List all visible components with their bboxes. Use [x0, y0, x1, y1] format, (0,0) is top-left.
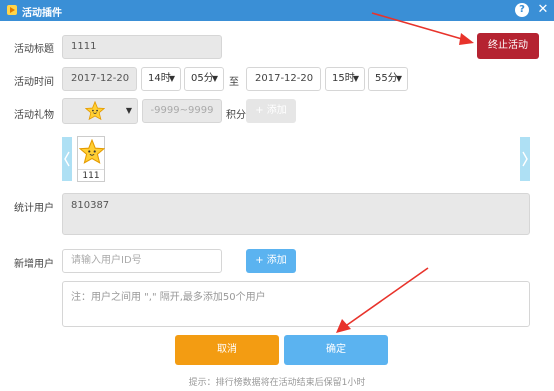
new-users-label: 新增用户 — [14, 259, 54, 270]
cancel-button[interactable]: 取消 — [175, 335, 279, 365]
window-title: 活动插件 — [22, 8, 62, 19]
chevron-down-icon: ▼ — [395, 74, 402, 83]
start-minute-value: 05分 — [191, 73, 214, 84]
end-date-field[interactable]: 2017-12-20 — [246, 67, 321, 91]
to-label: 至 — [229, 77, 239, 88]
users-textarea[interactable]: 注：用户之间用 "," 隔开,最多添加50个用户 — [62, 281, 530, 327]
activity-title-label: 活动标题 — [14, 44, 54, 55]
chevron-left-icon — [64, 151, 70, 167]
footer-hint: 提示：排行榜数据将在活动结束后保留1小时 — [188, 378, 366, 388]
start-hour-select[interactable]: 14时 ▼ — [141, 67, 181, 91]
stats-users-field: 810387 — [62, 193, 530, 235]
chevron-down-icon: ▼ — [352, 74, 359, 83]
app-icon — [7, 5, 17, 15]
end-hour-select[interactable]: 15时 ▼ — [325, 67, 365, 91]
activity-gift-label: 活动礼物 — [14, 110, 54, 121]
carousel-next-button[interactable] — [520, 137, 530, 181]
end-hour-value: 15时 — [332, 73, 355, 84]
help-icon[interactable]: ? — [515, 3, 529, 17]
close-icon[interactable]: ✕ — [535, 1, 551, 19]
points-unit-label: 积分 — [226, 110, 246, 121]
end-minute-select[interactable]: 55分 ▼ — [368, 67, 408, 91]
gift-count: 111 — [78, 169, 104, 181]
start-date-field[interactable]: 2017-12-20 — [62, 67, 137, 91]
start-hour-value: 14时 — [148, 73, 171, 84]
gift-select[interactable]: ▼ — [62, 98, 138, 124]
carousel-prev-button[interactable] — [62, 137, 72, 181]
gift-add-button[interactable]: + 添加 — [246, 99, 296, 123]
star-gift-icon — [79, 139, 105, 164]
gift-item[interactable]: 111 — [77, 136, 105, 182]
new-user-add-button[interactable]: + 添加 — [246, 249, 296, 273]
chevron-down-icon: ▼ — [211, 74, 218, 83]
stop-activity-button[interactable]: 终止活动 — [477, 33, 539, 59]
star-gift-icon — [85, 101, 105, 121]
chevron-down-icon: ▼ — [125, 106, 132, 115]
stats-users-label: 统计用户 — [14, 203, 54, 214]
title-bar: 活动插件 ? ✕ — [0, 0, 554, 21]
chevron-down-icon: ▼ — [168, 74, 175, 83]
chevron-right-icon — [522, 151, 528, 167]
activity-time-label: 活动时间 — [14, 77, 54, 88]
new-user-id-input[interactable]: 请输入用户ID号 — [62, 249, 222, 273]
start-minute-select[interactable]: 05分 ▼ — [184, 67, 224, 91]
end-minute-value: 55分 — [375, 73, 398, 84]
confirm-button[interactable]: 确定 — [284, 335, 388, 365]
activity-title-field: 1111 — [62, 35, 222, 59]
points-input[interactable]: -9999~9999 — [142, 99, 222, 123]
